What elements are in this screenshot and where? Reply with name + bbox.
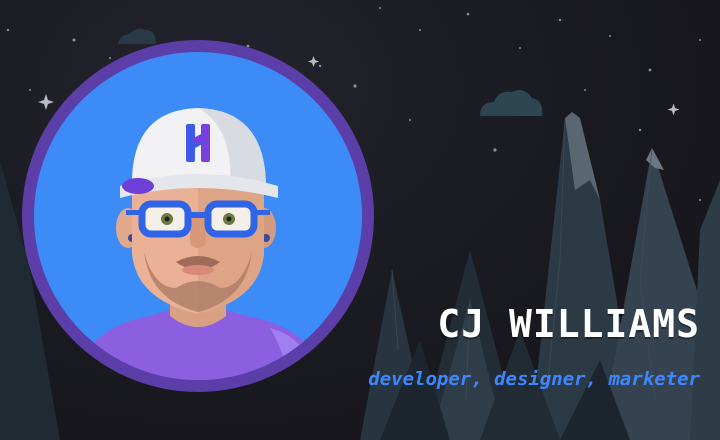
mouth bbox=[182, 265, 214, 275]
profile-tagline: developer, designer, marketer bbox=[368, 368, 700, 390]
avatar-illustration bbox=[22, 40, 374, 392]
cap-patch bbox=[122, 178, 154, 194]
hero-banner: CJ WILLIAMS developer, designer, markete… bbox=[0, 0, 720, 440]
avatar bbox=[20, 38, 376, 394]
profile-name: CJ WILLIAMS bbox=[437, 302, 700, 346]
mountains-front bbox=[360, 112, 720, 440]
